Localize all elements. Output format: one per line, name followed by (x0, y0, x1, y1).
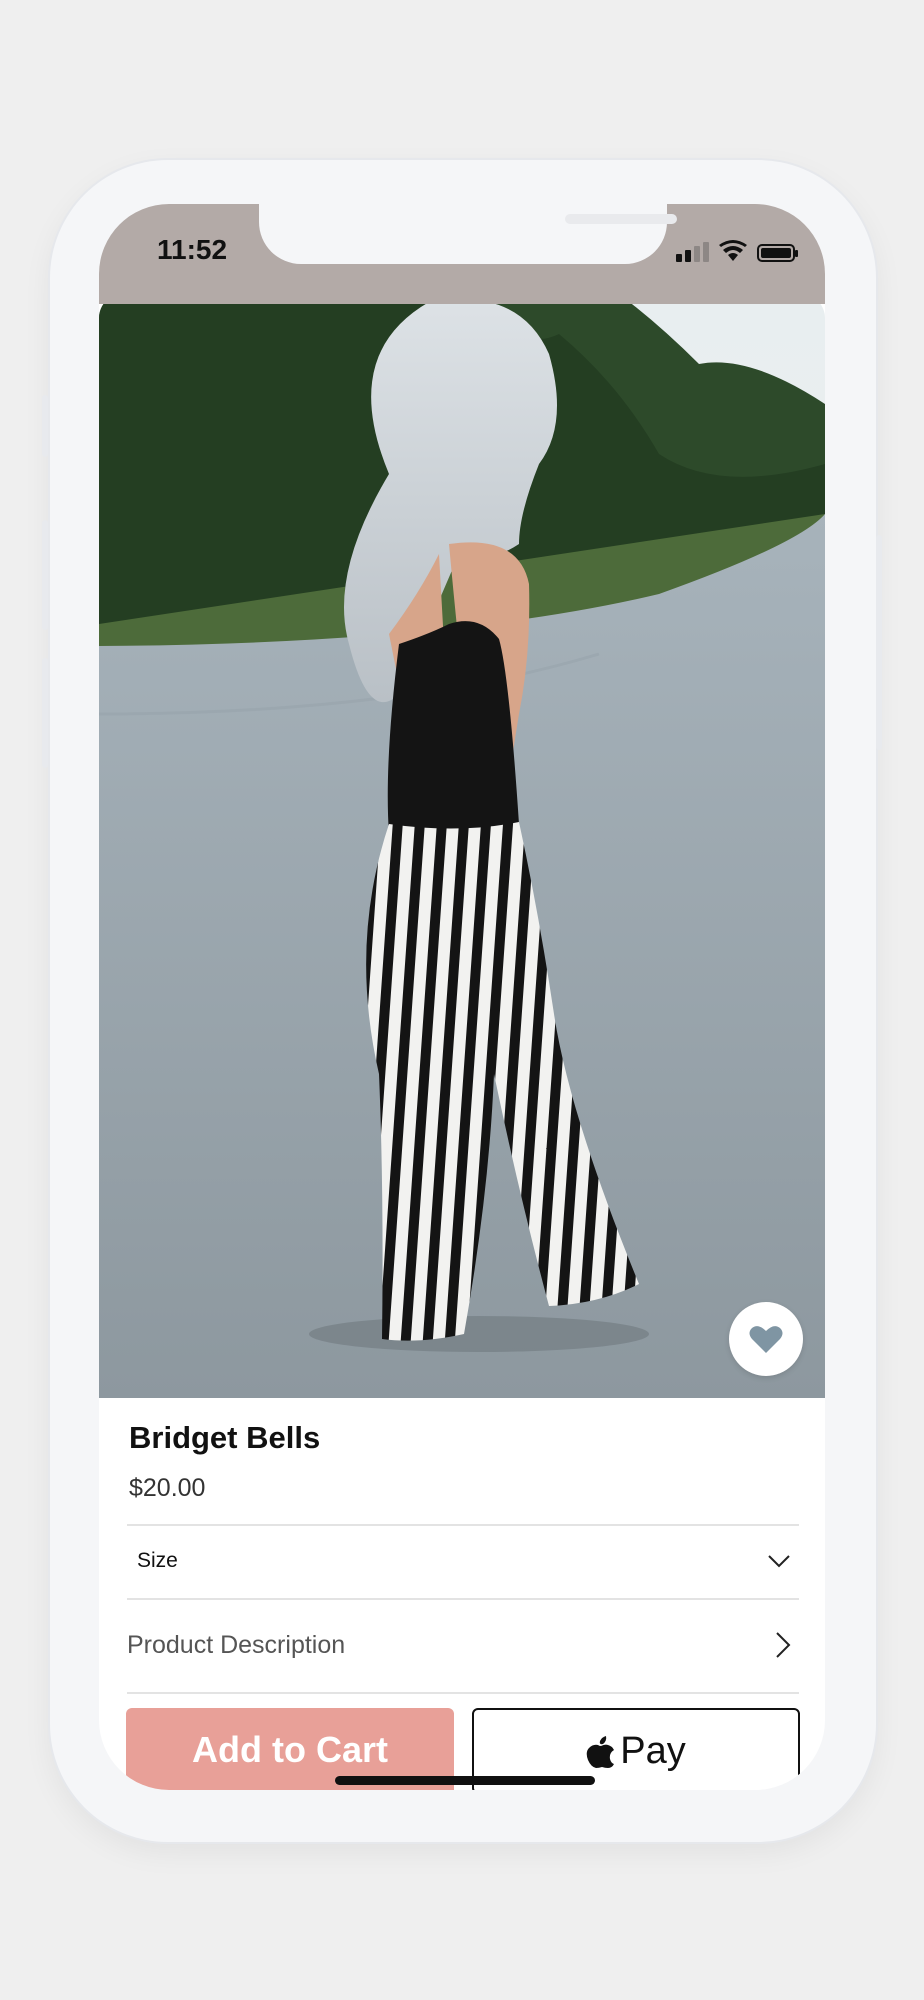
add-to-cart-label: Add to Cart (192, 1729, 388, 1770)
chevron-right-icon (776, 1632, 791, 1658)
app-screen: 11:52 Bridget Bells $20.00 Size Product … (99, 204, 825, 1790)
product-price: $20.00 (129, 1474, 206, 1502)
product-photo-illustration (99, 294, 825, 1398)
divider (127, 1692, 799, 1694)
product-description-row[interactable]: Product Description (127, 1600, 799, 1690)
apple-pay-label: Pay (620, 1729, 686, 1772)
status-time: 11:52 (157, 234, 228, 265)
speaker-grille (565, 214, 677, 224)
side-button-power (876, 535, 882, 750)
status-icons (676, 240, 798, 262)
wifi-icon (719, 240, 747, 261)
side-button-volume-up (42, 520, 48, 630)
battery-icon (757, 244, 798, 262)
size-label: Size (137, 1549, 178, 1572)
notch (259, 204, 677, 264)
apple-logo-icon (586, 1736, 615, 1768)
chevron-down-icon (768, 1555, 790, 1568)
heart-icon (749, 1326, 783, 1353)
side-button-volume-down (42, 658, 48, 768)
cellular-signal-icon (676, 240, 709, 262)
home-indicator (335, 1776, 595, 1785)
favorite-button[interactable] (729, 1302, 803, 1376)
side-button-mute (42, 395, 48, 457)
product-title: Bridget Bells (129, 1420, 321, 1455)
size-selector[interactable]: Size (127, 1524, 799, 1598)
product-image (99, 294, 825, 1398)
product-description-label: Product Description (127, 1630, 346, 1659)
